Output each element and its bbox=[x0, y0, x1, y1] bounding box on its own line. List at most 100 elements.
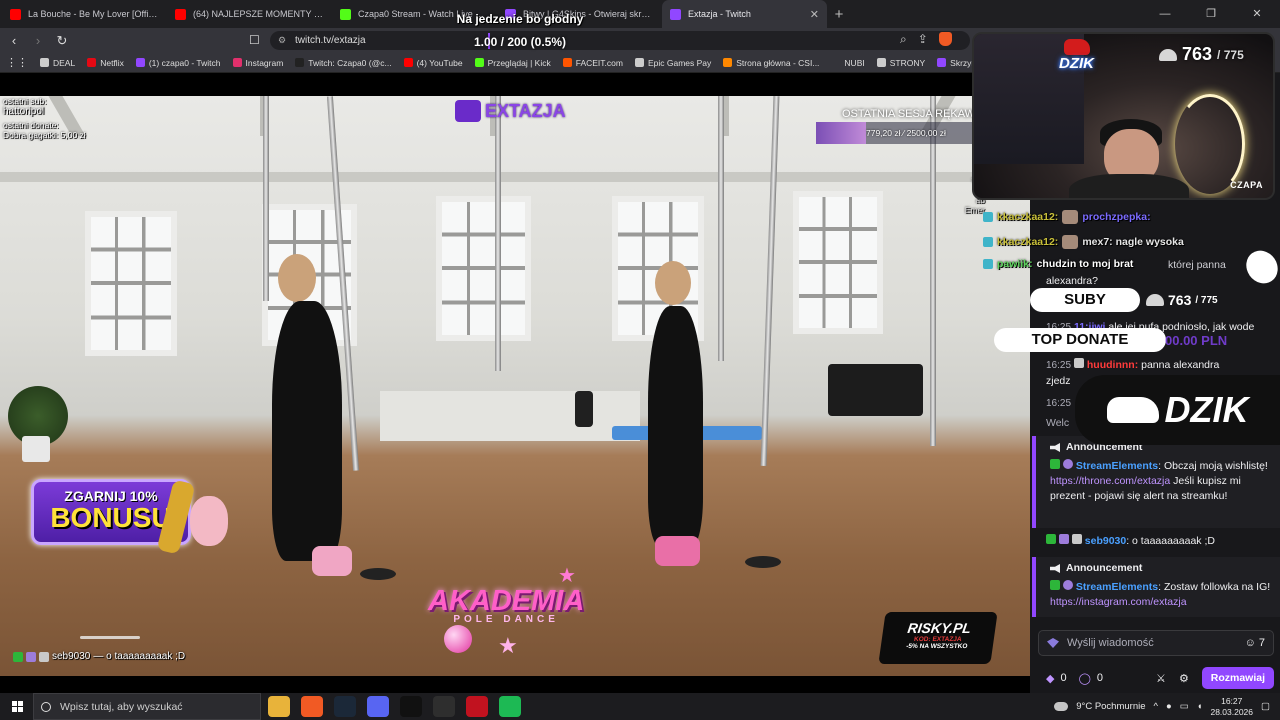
bits-icon[interactable]: ◆ bbox=[1046, 672, 1054, 685]
video-player[interactable]: ostatni sub: hattoripol ostatni donate: … bbox=[0, 96, 1030, 676]
chat-message-input[interactable]: Wyślij wiadomość ☺ 7 bbox=[1038, 630, 1274, 656]
url-field[interactable]: ⚙ twitch.tv/extazja bbox=[270, 31, 970, 50]
chat-username[interactable]: StreamElements bbox=[1076, 581, 1158, 593]
chat-overlay-divider bbox=[80, 636, 140, 639]
akademia-logo: AKADEMIA POLE DANCE ★ ★ bbox=[428, 565, 584, 658]
maximize-button[interactable]: ❐ bbox=[1188, 0, 1234, 28]
zoom-icon[interactable]: ⌕ bbox=[900, 32, 907, 47]
taskbar-app-icon[interactable] bbox=[334, 696, 356, 717]
minimize-button[interactable]: — bbox=[1142, 0, 1188, 28]
tab-favicon-icon bbox=[670, 8, 681, 20]
apps-grid-icon[interactable]: ⋮⋮ bbox=[6, 56, 28, 69]
last-sub-widget: ostatni sub: hattoripol ostatni donate: … bbox=[3, 96, 86, 141]
taskbar-app-icon[interactable] bbox=[367, 696, 389, 717]
volume-icon[interactable]: ◖ bbox=[1197, 701, 1203, 712]
brave-shields-icon[interactable] bbox=[938, 32, 952, 46]
chat-text: panna alexandra bbox=[1141, 359, 1220, 371]
mod-tools-icon[interactable]: ⚔ bbox=[1156, 672, 1166, 685]
bookmark-favicon-icon bbox=[295, 58, 305, 67]
pole-base bbox=[360, 568, 396, 580]
emote-picker-icon[interactable]: ☺ 7 bbox=[1245, 631, 1265, 655]
bookmark-item[interactable]: Strona główna - CSI... bbox=[723, 58, 819, 68]
badge-icon bbox=[1073, 358, 1084, 368]
taskbar-app-icon[interactable] bbox=[301, 696, 323, 717]
bookmark-item[interactable]: Instagram bbox=[232, 58, 283, 68]
weather-text[interactable]: 9°C Pochmurnie bbox=[1076, 701, 1145, 712]
browser-tab[interactable]: (64) NAJLEPSZE MOMENTY POLSKIE bbox=[167, 0, 332, 28]
clock[interactable]: 16:27 28.03.2026 bbox=[1210, 696, 1253, 718]
dancer-head bbox=[278, 254, 316, 302]
bookmark-label: Netflix bbox=[100, 57, 124, 68]
channel-name-overlay: EXTAZJA bbox=[485, 100, 566, 121]
share-icon[interactable]: ⇪ bbox=[918, 32, 928, 47]
badge-icon bbox=[1050, 580, 1060, 590]
bookmark-item[interactable]: NUBI bbox=[831, 58, 865, 68]
bookmark-favicon-icon bbox=[831, 58, 841, 67]
window bbox=[793, 191, 883, 334]
dancer-shoes bbox=[655, 536, 700, 566]
close-window-button[interactable]: ✕ bbox=[1234, 0, 1280, 28]
last-sub-label: ostatni sub: bbox=[3, 96, 47, 106]
bookmark-item[interactable]: Twitch: Czapa0 (@c... bbox=[295, 57, 392, 68]
tab-favicon-icon bbox=[340, 8, 351, 20]
bookmark-label: (4) YouTube bbox=[416, 57, 463, 68]
notifications-icon[interactable]: ▢ bbox=[1261, 701, 1270, 712]
boar-icon bbox=[1106, 397, 1159, 423]
subs-value: 763 bbox=[1168, 292, 1192, 308]
chat-username[interactable]: seb9030 bbox=[1085, 535, 1126, 547]
pole-base bbox=[745, 556, 781, 568]
bookmark-item[interactable]: Epic Games Pay bbox=[634, 58, 711, 68]
bookmark-item[interactable]: Netflix bbox=[87, 58, 124, 68]
bookmark-item[interactable]: STRONY bbox=[876, 57, 926, 68]
star-icon: ★ bbox=[498, 633, 518, 658]
tab-favicon-icon bbox=[10, 8, 21, 20]
taskbar-app-icon[interactable] bbox=[268, 696, 290, 717]
bookmark-label: STRONY bbox=[889, 57, 926, 68]
browser-tabstrip: La Bouche - Be My Lover [Official Vid (64… bbox=[0, 0, 1280, 28]
reload-button[interactable]: ↻ bbox=[52, 33, 72, 49]
forward-button[interactable]: › bbox=[28, 33, 48, 48]
taskbar-app-icon[interactable] bbox=[499, 696, 521, 717]
channel-points-icon[interactable]: ◯ bbox=[1079, 672, 1091, 685]
bits-gem-icon[interactable] bbox=[1047, 638, 1059, 648]
bookmark-item[interactable]: Przeglądaj | Kick bbox=[474, 58, 551, 68]
taskbar-search[interactable]: Wpisz tutaj, aby wyszukać bbox=[33, 693, 261, 720]
wall-beam bbox=[0, 172, 1030, 182]
tray-chevron-icon[interactable]: ^ bbox=[1154, 701, 1158, 712]
chat-text: : Zostaw followka na IG! bbox=[1158, 581, 1271, 593]
site-settings-icon[interactable]: ⚙ bbox=[278, 31, 286, 50]
chat-username[interactable]: StreamElements bbox=[1076, 460, 1158, 472]
system-tray: 9°C Pochmurnie ^ ● ▭ ◖ 16:27 28.03.2026 … bbox=[1054, 693, 1280, 720]
taskbar-app-icon[interactable] bbox=[400, 696, 422, 717]
overlay-chat-text: — o taaaaaaaaak ;D bbox=[93, 651, 186, 662]
dzik-cam-logo: DZIK bbox=[1059, 39, 1094, 72]
new-tab-button[interactable]: + bbox=[827, 6, 851, 23]
chat-settings-icon[interactable]: ⚙ bbox=[1179, 672, 1189, 685]
bookmark-label: Twitch: Czapa0 (@c... bbox=[308, 57, 392, 68]
window bbox=[85, 211, 177, 356]
chat-link[interactable]: https://throne.com/extazja bbox=[1050, 475, 1170, 487]
bookmark-item[interactable]: FACEIT.com bbox=[562, 58, 623, 68]
chat-username[interactable]: huudinnn: bbox=[1087, 359, 1138, 371]
cam-chat-user: kkaczkaa12: bbox=[997, 236, 1059, 248]
start-button[interactable] bbox=[0, 693, 32, 720]
last-donate-label: ostatni donate: bbox=[3, 120, 59, 131]
taskbar-search-placeholder: Wpisz tutaj, aby wyszukać bbox=[60, 701, 183, 713]
browser-tab[interactable]: La Bouche - Be My Lover [Official Vid bbox=[2, 0, 167, 28]
chat-send-button[interactable]: Rozmawiaj bbox=[1201, 667, 1274, 689]
helmet-icon bbox=[1159, 48, 1177, 61]
bookmark-item[interactable]: DEAL bbox=[40, 58, 75, 68]
cam-chat-user: pawiik: bbox=[997, 258, 1033, 270]
browser-tab[interactable]: Extazja - Twitch ✕ bbox=[662, 0, 827, 28]
back-button[interactable]: ‹ bbox=[4, 33, 24, 48]
close-tab-icon[interactable]: ✕ bbox=[810, 8, 819, 21]
chat-link[interactable]: https://instagram.com/extazja bbox=[1050, 596, 1187, 608]
network-icon[interactable]: ▭ bbox=[1180, 701, 1189, 712]
taskbar-app-icon[interactable] bbox=[466, 696, 488, 717]
taskbar-app-icon[interactable] bbox=[433, 696, 455, 717]
bookmark-icon[interactable]: ☐ bbox=[249, 33, 260, 47]
mic-icon[interactable]: ● bbox=[1166, 701, 1172, 712]
bookmark-item[interactable]: (1) czapa0 - Twitch bbox=[135, 58, 221, 68]
bookmark-item[interactable]: (4) YouTube bbox=[403, 57, 463, 68]
bookmark-favicon-icon bbox=[876, 58, 886, 67]
